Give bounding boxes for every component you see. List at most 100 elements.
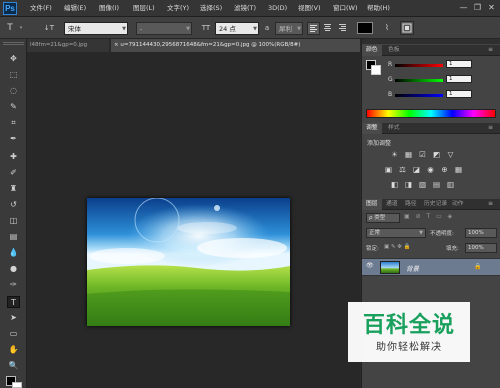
green-slider[interactable] <box>395 79 443 82</box>
preset-dropdown-icon[interactable]: ▾ <box>17 21 25 35</box>
opacity-field[interactable]: 100% <box>465 228 497 238</box>
menu-filter[interactable]: 滤镜(T) <box>234 3 256 14</box>
type-tool-icon[interactable]: T <box>4 21 16 35</box>
blend-mode-select[interactable]: 正常 ▼ <box>366 228 426 238</box>
document-tab-active[interactable]: × u=791144430,2956871648&fm=21&gp=0.jpg … <box>111 39 360 52</box>
warp-text-icon[interactable]: ⌇ <box>381 21 393 35</box>
menu-type[interactable]: 文字(Y) <box>167 3 189 14</box>
posterize-icon[interactable]: ◨ <box>404 180 413 189</box>
blue-value-field[interactable]: 1 <box>446 90 472 98</box>
lasso-tool-icon[interactable]: ◌ <box>7 85 20 97</box>
panel-menu-icon[interactable]: ≡ <box>488 46 493 53</box>
antialias-select[interactable]: 犀利 ▼ <box>275 22 303 35</box>
tab-styles[interactable]: 样式 <box>384 123 404 134</box>
fill-field[interactable]: 100% <box>465 243 497 253</box>
tab-history[interactable]: 历史记录 <box>420 199 451 210</box>
history-brush-tool-icon[interactable]: ↺ <box>7 199 20 211</box>
tab-close-icon[interactable]: × <box>114 42 119 48</box>
document-image[interactable] <box>87 198 290 326</box>
hand-tool-icon[interactable]: ✋ <box>7 344 20 356</box>
threshold-icon[interactable]: ▨ <box>418 180 427 189</box>
tab-paths[interactable]: 路径 <box>401 199 421 210</box>
exposure-icon[interactable]: ◩ <box>432 150 441 159</box>
brush-tool-icon[interactable]: ✐ <box>7 167 20 179</box>
channel-mixer-icon[interactable]: ⊕ <box>440 165 449 174</box>
levels-icon[interactable]: ▦ <box>404 150 413 159</box>
green-value-field[interactable]: 1 <box>446 75 472 83</box>
layer-name[interactable]: 背景 <box>406 263 419 273</box>
dodge-tool-icon[interactable]: ● <box>7 263 20 275</box>
text-orientation-icon[interactable]: ↓T <box>42 21 56 35</box>
menu-help[interactable]: 帮助(H) <box>367 3 390 14</box>
gradient-tool-icon[interactable]: ▤ <box>7 231 20 243</box>
lock-label: 锁定: <box>366 246 379 252</box>
color-lookup-icon[interactable]: ▦ <box>454 165 463 174</box>
red-slider[interactable] <box>395 64 443 67</box>
tab-channels[interactable]: 通道 <box>382 199 402 210</box>
brightness-contrast-icon[interactable]: ☀ <box>390 150 399 159</box>
quick-select-tool-icon[interactable]: ✎ <box>7 101 20 113</box>
tab-layers[interactable]: 图层 <box>362 199 382 210</box>
color-spectrum-ramp[interactable] <box>366 109 496 118</box>
panel-menu-icon[interactable]: ≡ <box>488 200 493 207</box>
black-white-icon[interactable]: ◪ <box>412 165 421 174</box>
align-left-button[interactable] <box>307 22 320 35</box>
font-style-select[interactable]: - ▼ <box>136 22 192 35</box>
toolbox-grip[interactable] <box>3 42 24 45</box>
menu-3d[interactable]: 3D(D) <box>268 3 287 14</box>
pen-tool-icon[interactable]: ✑ <box>7 279 20 291</box>
tab-swatches[interactable]: 色板 <box>384 45 404 56</box>
type-tool-icon[interactable]: T <box>7 296 20 308</box>
menu-window[interactable]: 窗口(W) <box>333 3 358 14</box>
color-balance-icon[interactable]: ⚖ <box>398 165 407 174</box>
color-background-swatch[interactable] <box>371 65 381 75</box>
crop-tool-icon[interactable]: ⌗ <box>7 117 20 129</box>
tab-adjustments[interactable]: 调整 <box>362 123 382 134</box>
menu-file[interactable]: 文件(F) <box>30 3 52 14</box>
eyedropper-tool-icon[interactable]: ✒ <box>7 133 20 145</box>
menu-edit[interactable]: 编辑(E) <box>64 3 86 14</box>
hue-saturation-icon[interactable]: ▣ <box>384 165 393 174</box>
blue-slider[interactable] <box>395 94 443 97</box>
layer-row[interactable]: 👁 背景 🔒 <box>362 258 500 276</box>
font-family-select[interactable]: 宋体 ▼ <box>64 22 128 35</box>
path-select-tool-icon[interactable]: ➤ <box>7 312 20 324</box>
selective-color-icon[interactable]: ▥ <box>446 180 455 189</box>
close-icon[interactable]: ✕ <box>486 2 497 13</box>
tab-color[interactable]: 颜色 <box>362 45 382 56</box>
healing-brush-tool-icon[interactable]: ✚ <box>7 151 20 163</box>
background-color-swatch[interactable] <box>12 382 22 388</box>
invert-icon[interactable]: ◧ <box>390 180 399 189</box>
zoom-tool-icon[interactable]: 🔍 <box>7 360 20 372</box>
eraser-tool-icon[interactable]: ◫ <box>7 215 20 227</box>
font-size-field[interactable]: 24 点 ▼ <box>215 22 259 35</box>
document-tab-inactive[interactable]: l48fm=21&gp=0.jpg <box>27 39 109 52</box>
photo-filter-icon[interactable]: ◉ <box>426 165 435 174</box>
menu-select[interactable]: 选择(S) <box>200 3 222 14</box>
vibrance-icon[interactable]: ▽ <box>446 150 455 159</box>
minimize-icon[interactable]: — <box>458 2 469 13</box>
panel-menu-icon[interactable]: ≡ <box>488 124 493 131</box>
tab-actions[interactable]: 动作 <box>448 199 468 210</box>
menu-view[interactable]: 视图(V) <box>298 3 321 14</box>
blur-tool-icon[interactable]: 💧 <box>7 247 20 259</box>
panel-dock-header[interactable] <box>362 39 500 44</box>
gradient-map-icon[interactable]: ▤ <box>432 180 441 189</box>
align-right-button[interactable] <box>337 22 350 35</box>
lock-icons[interactable]: ▣ ✎ ✥ 🔒 <box>384 244 411 250</box>
layer-filter-icons[interactable]: ▣ ⊘ T ▭ ◈ <box>404 213 496 223</box>
move-tool-icon[interactable]: ✥ <box>7 53 20 65</box>
eye-icon[interactable]: 👁 <box>366 262 374 269</box>
marquee-tool-icon[interactable]: ⬚ <box>7 69 20 81</box>
layer-filter-select[interactable]: ρ 类型 <box>366 213 400 223</box>
red-value-field[interactable]: 1 <box>446 60 472 68</box>
restore-icon[interactable]: ❐ <box>472 2 483 13</box>
menu-image[interactable]: 图像(I) <box>99 3 119 14</box>
menu-layer[interactable]: 图层(L) <box>133 3 155 14</box>
text-color-swatch[interactable] <box>357 22 373 34</box>
character-panel-button[interactable] <box>400 21 414 35</box>
clone-stamp-tool-icon[interactable]: ♜ <box>7 183 20 195</box>
curves-icon[interactable]: ☑ <box>418 150 427 159</box>
align-center-button[interactable] <box>322 22 335 35</box>
shape-tool-icon[interactable]: ▭ <box>7 328 20 340</box>
